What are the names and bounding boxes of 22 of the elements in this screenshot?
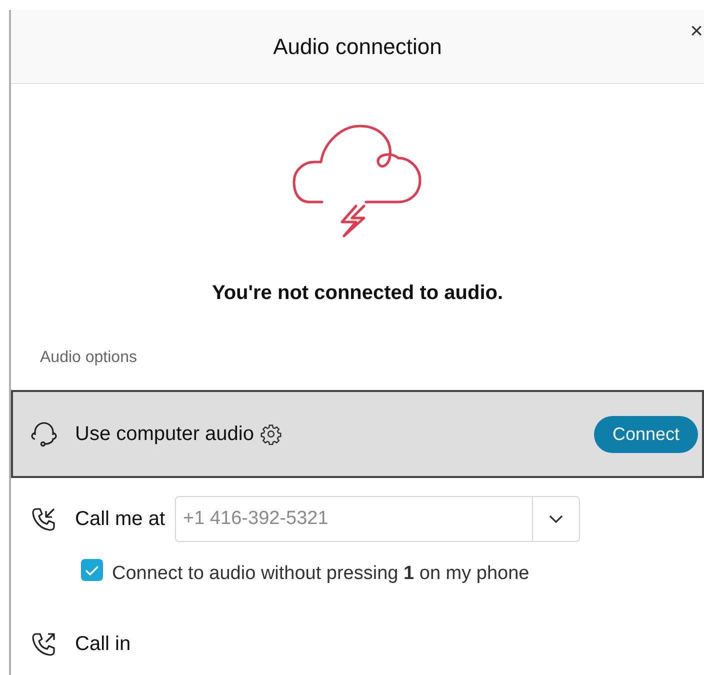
close-button[interactable]: × [690,20,703,42]
option-row[interactable]: Call in [11,588,704,658]
option-label: Call me at [75,507,166,532]
chevron-down-icon [548,514,564,524]
option-row[interactable]: Call me at +1 416-392-5321 Connect to audio without pressing 1 on my phone [11,478,704,588]
option-row[interactable]: Use computer audio Connect [11,390,704,478]
checkbox-label: Connect to audio without pressing 1 on my phone [112,562,530,586]
option-label: Use computer audio [75,422,254,447]
connect-button[interactable]: Connect [594,416,698,452]
window-title: Audio connection [273,33,442,61]
status-message: You're not connected to audio. [212,281,504,306]
disconnected-cloud-icon [292,122,424,238]
headset-icon [31,421,57,447]
phone-number-field[interactable]: +1 416-392-5321 [175,496,534,542]
section-label: Audio options [40,349,137,366]
incoming-call-icon [31,506,57,532]
settings-icon[interactable] [260,423,282,445]
checkbox[interactable] [81,559,103,582]
dropdown-button[interactable] [533,496,580,542]
outgoing-call-icon [31,630,57,656]
checkmark-icon [85,564,99,576]
option-label: Call in [75,632,131,656]
